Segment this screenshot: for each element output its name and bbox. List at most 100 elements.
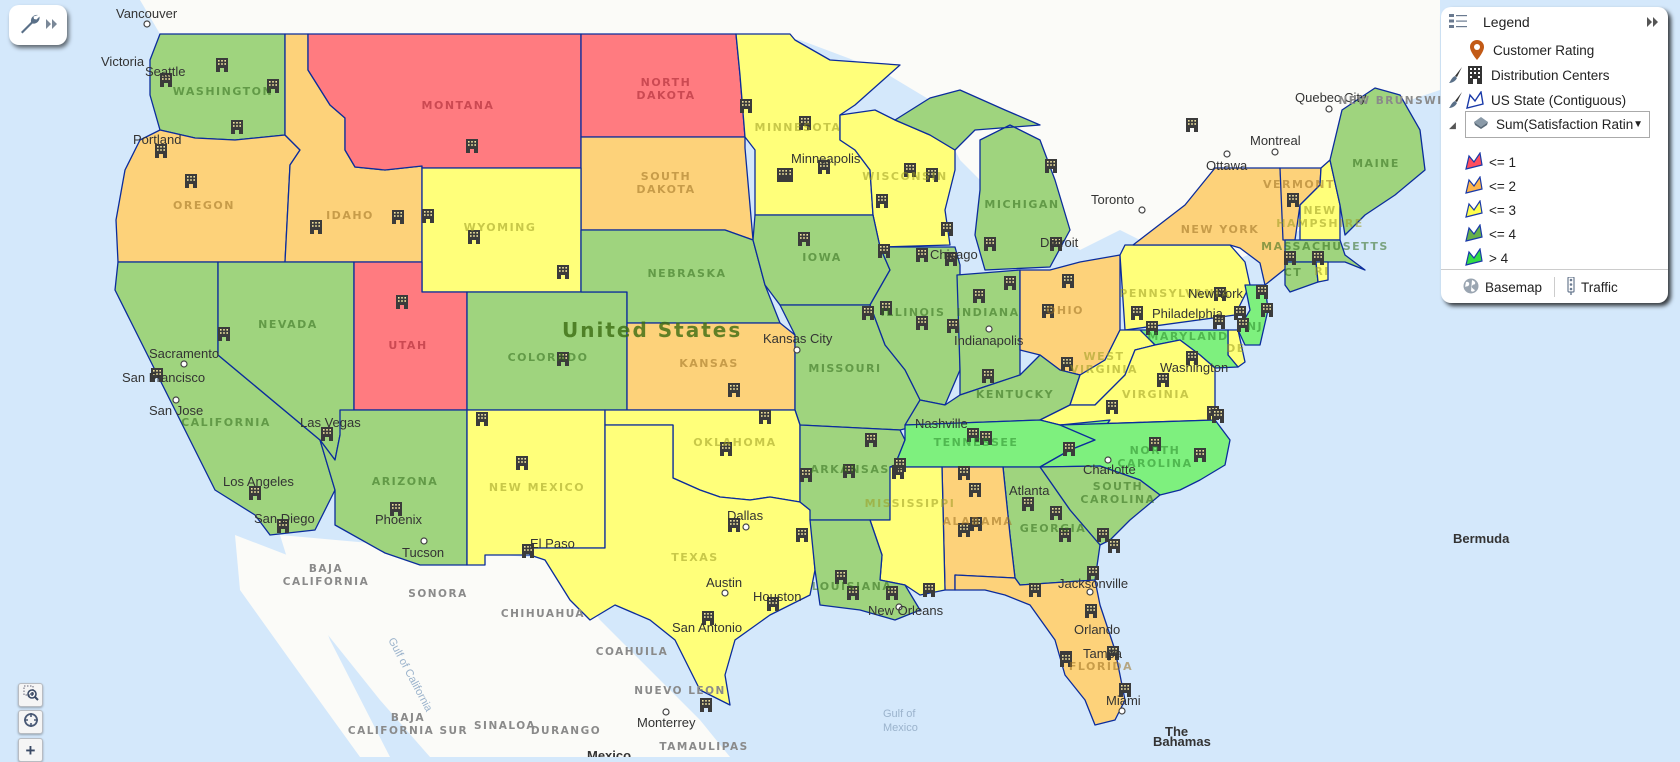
city-label: San Francisco [122, 370, 205, 385]
city-label: San Jose [149, 403, 203, 418]
legend-class-item: <= 4 [1465, 222, 1517, 245]
city-dot-icon [420, 537, 428, 545]
city-label: Austin [706, 575, 742, 590]
city-label: Seattle [145, 64, 185, 79]
state-label: NJ [1247, 320, 1263, 333]
zoom-box-icon [23, 685, 39, 706]
city-label: Ottawa [1206, 158, 1248, 173]
city-dot-icon [1271, 148, 1279, 156]
distribution-center-icon[interactable] [1108, 539, 1120, 553]
zoom-in-button[interactable]: + [18, 738, 43, 762]
locate-icon [23, 712, 39, 733]
city-label: Jacksonville [1058, 576, 1128, 591]
city-dot-icon [143, 20, 151, 28]
state-label: NEVADA [258, 318, 318, 331]
state-label: MAINE [1352, 157, 1400, 170]
locate-button[interactable] [18, 710, 43, 734]
list-icon [1449, 13, 1467, 31]
city-label: Las Vegas [300, 415, 361, 430]
layer-us-state[interactable]: US State (Contiguous) [1447, 88, 1626, 112]
state-label: TEXAS [671, 551, 718, 564]
city-label: New Orleans [868, 603, 944, 618]
basemap-button[interactable]: Basemap [1463, 278, 1542, 297]
layer-customer-rating[interactable]: Customer Rating [1467, 38, 1594, 62]
city-label: Sacramento [149, 346, 219, 361]
paintbrush-icon[interactable] [1447, 92, 1465, 108]
city-label: Charlotte [1083, 462, 1136, 477]
traffic-button[interactable]: Traffic [1567, 275, 1618, 298]
wrench-icon [18, 11, 42, 40]
state-label: TENNESSEE [934, 436, 1019, 449]
basemap-label: Basemap [1485, 279, 1543, 295]
legend-divider [1441, 269, 1668, 270]
state-label: MINNESOTA [755, 121, 842, 134]
state-label: UTAH [388, 339, 427, 352]
region-label: DURANGO [531, 725, 601, 737]
legend-footer: Basemap Traffic [1441, 275, 1668, 299]
state-label: VERMONT [1263, 178, 1335, 191]
class-label: > 4 [1489, 250, 1509, 266]
city-label: Vancouver [116, 6, 178, 21]
paintbrush-icon[interactable] [1447, 67, 1465, 83]
country-label: United States [562, 318, 742, 342]
region-label: NUEVO LEON [634, 685, 726, 697]
city-label: Atlanta [1009, 483, 1050, 498]
city-label: Tampa [1083, 646, 1123, 661]
class-swatch-icon [1465, 174, 1483, 197]
building-icon [1465, 66, 1485, 84]
footer-divider [1554, 277, 1556, 297]
city-label: Monterrey [637, 715, 696, 730]
state-label: IOWA [802, 251, 842, 264]
layer-label: US State (Contiguous) [1491, 92, 1627, 108]
city-dot-icon [721, 589, 729, 597]
city-label: Washington [1160, 360, 1228, 375]
distribution-center-icon[interactable] [1234, 306, 1246, 320]
city-label: Montreal [1250, 133, 1301, 148]
state-label: MISSOURI [808, 362, 881, 375]
state-label: NORTH DAKOTA [636, 76, 695, 102]
map-canvas[interactable]: WASHINGTON OREGON IDAHO MONTANA NORTH DAKOTA S… [0, 0, 1680, 757]
class-label: <= 4 [1489, 226, 1517, 242]
distribution-center-icon[interactable] [923, 583, 935, 597]
state-label: FLORIDA [1069, 660, 1133, 673]
globe-icon [1463, 278, 1479, 297]
city-label: Phoenix [375, 512, 422, 527]
city-label: Detroit [1040, 235, 1079, 250]
state-label: WASHINGTON [173, 85, 273, 98]
city-dot-icon [1325, 105, 1333, 113]
distribution-center-icon[interactable] [1212, 409, 1224, 423]
region-label: COAHUILA [596, 646, 669, 658]
legend-class-item: <= 3 [1465, 198, 1516, 221]
city-label: Victoria [101, 54, 145, 69]
state-label: SOUTH DAKOTA [636, 170, 695, 196]
city-label: Dallas [727, 508, 764, 523]
zoom-box-button[interactable] [18, 683, 43, 707]
state-label: IDAHO [326, 209, 374, 222]
theme-field-dropdown[interactable]: Sum(Satisfaction Ratin ▼ [1465, 111, 1650, 138]
state-label: NEW YORK [1181, 223, 1260, 236]
city-label: Miami [1106, 693, 1141, 708]
city-dot-icon [742, 523, 750, 531]
legend-title: Legend [1483, 14, 1530, 30]
city-label: Kansas City [763, 331, 833, 346]
city-label: Los Angeles [223, 474, 294, 489]
state-label: DE [1226, 342, 1246, 355]
state-label: COLORADO [508, 351, 589, 364]
state-label: ARKANSAS [810, 463, 890, 476]
state-label: MICHIGAN [984, 198, 1059, 211]
tools-button[interactable] [9, 5, 67, 45]
state-oregon[interactable] [115, 129, 301, 263]
expand-triangle-icon[interactable]: ◢ [1449, 120, 1456, 131]
city-label: New York [1188, 286, 1243, 301]
collapse-legend-button[interactable] [1647, 15, 1659, 30]
state-label: OREGON [173, 199, 235, 212]
state-label: ALABAMA [943, 515, 1014, 528]
city-dot-icon [985, 325, 993, 333]
city-label: Houston [753, 589, 801, 604]
legend-class-item: <= 2 [1465, 174, 1516, 197]
state-label: WYOMING [464, 221, 537, 234]
region-label: SINALOA [474, 720, 536, 732]
layer-distribution-centers[interactable]: Distribution Centers [1447, 63, 1610, 87]
city-label: Orlando [1074, 622, 1120, 637]
distribution-center-icon[interactable] [700, 698, 712, 712]
